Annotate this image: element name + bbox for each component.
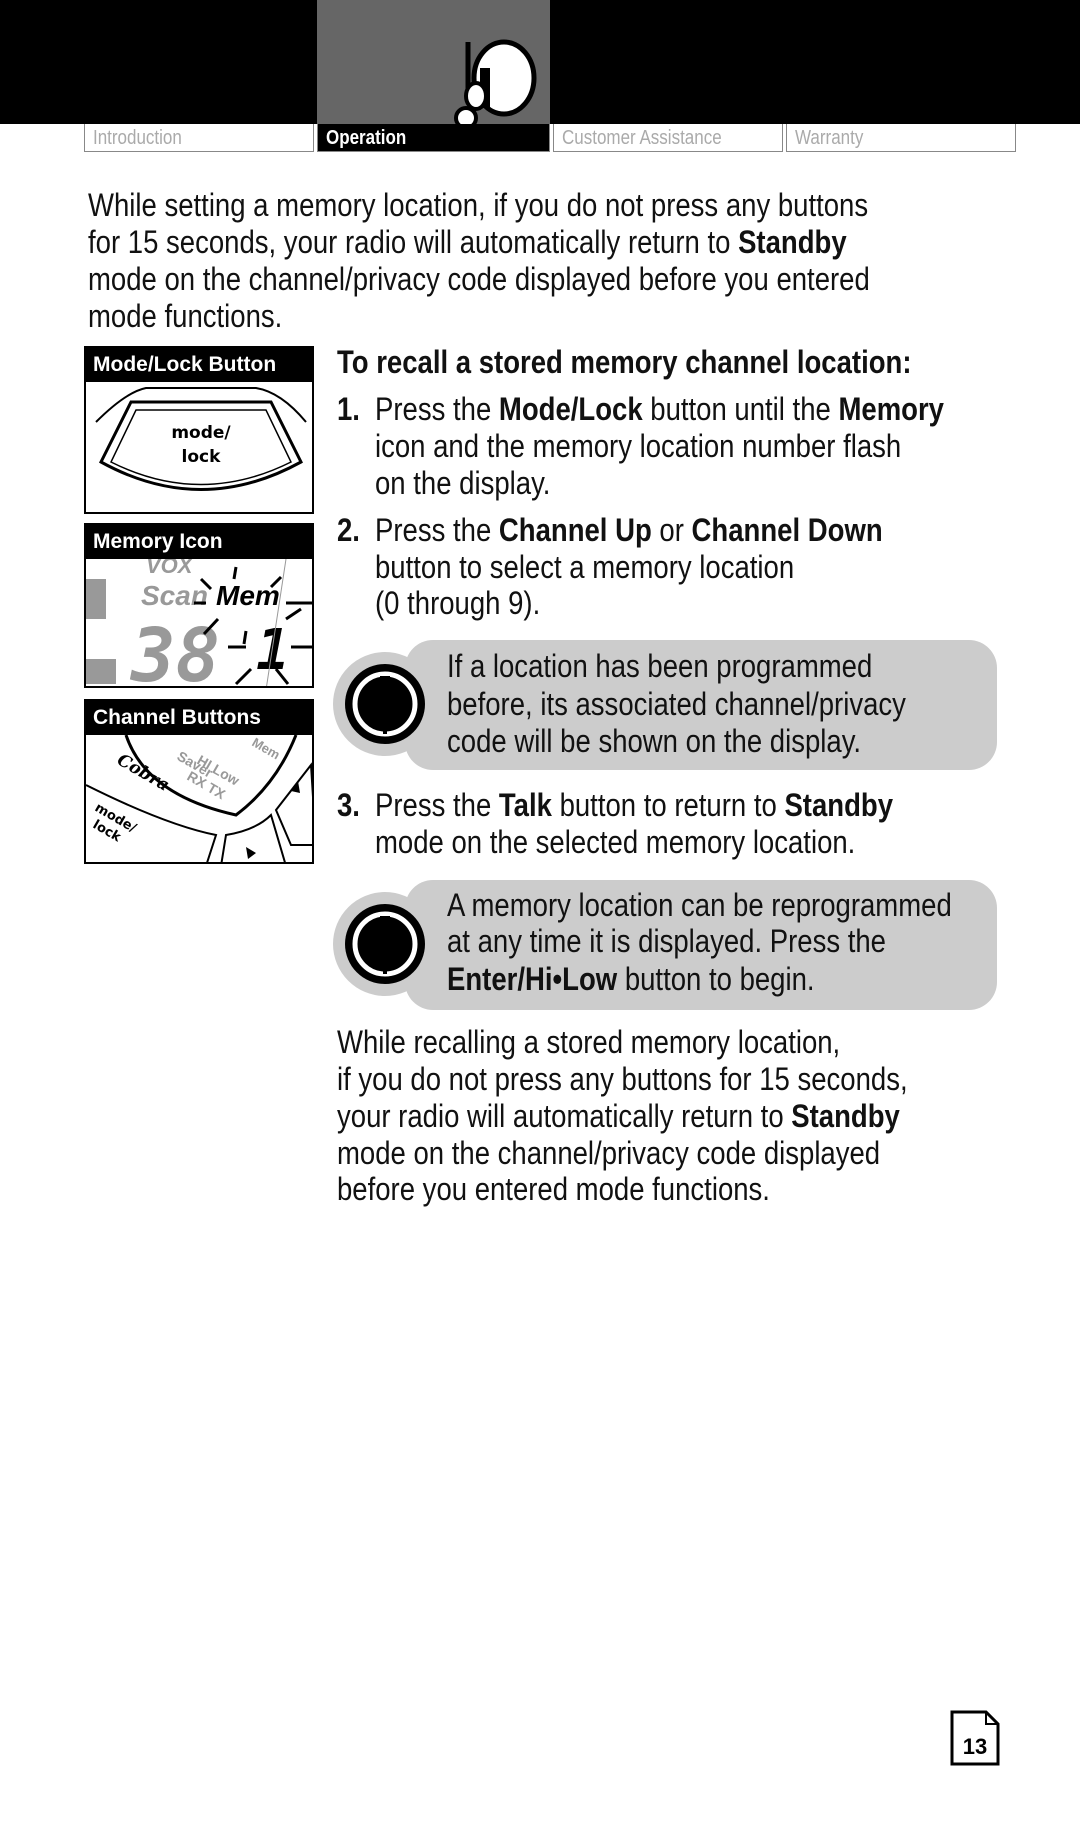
step-line: Press the Talk button to return to Stand…: [375, 787, 893, 824]
brand-logo: Cobra: [114, 750, 173, 796]
text-segment: While setting a memory location, if you …: [88, 187, 869, 223]
bold-term: Channel Up: [498, 512, 652, 548]
step-line: Press the Channel Up or Channel Down: [375, 512, 883, 549]
note-line: Enter/Hi•Low button to begin.: [447, 961, 815, 998]
page-icon: 13: [950, 1710, 1000, 1766]
step-line: on the display.: [375, 465, 550, 502]
step-line: button to select a memory location: [375, 549, 794, 586]
figure-mode-lock-button: Mode/Lock Button mode/ lock: [84, 346, 314, 514]
text-segment: If a location has been programmed: [447, 648, 873, 684]
note-line: A memory location can be reprogrammed: [447, 887, 952, 924]
lcd-label: Mem: [250, 735, 283, 762]
lcd-mem: Mem: [216, 580, 280, 611]
radio-front-illustration: Saver HI Low RX TX Mem Cobra mode/ lock: [86, 734, 312, 862]
text-segment: at any time it is displayed. Press the: [447, 923, 886, 959]
closing-line: if you do not press any buttons for 15 s…: [337, 1061, 908, 1098]
lcd-display-illustration: VOX Scan Mem 38 1: [86, 553, 312, 688]
text-segment: before, its associated channel/privacy: [447, 686, 906, 722]
bold-term: Mode/Lock: [498, 391, 643, 427]
step-number: 1.: [337, 391, 360, 427]
figure-memory-icon: Memory Icon VOX Scan Mem 38 1: [84, 523, 314, 688]
lcd-vox: VOX: [146, 559, 194, 578]
tab-customer-assistance[interactable]: Customer Assistance: [553, 124, 783, 152]
text-segment: button to select a memory location: [375, 549, 795, 585]
tab-introduction[interactable]: Introduction: [84, 124, 314, 152]
text-segment: button until the: [642, 391, 839, 427]
bold-term: Channel Down: [691, 512, 883, 548]
text-segment: mode on the channel/privacy code display…: [337, 1135, 881, 1171]
text-segment: or: [651, 512, 692, 548]
mode-lock-button-illustration: mode/ lock: [95, 387, 307, 491]
text-segment: mode on the channel/privacy code display…: [88, 261, 870, 297]
bold-term: Talk: [498, 787, 552, 823]
lcd-scan: Scan: [141, 580, 208, 611]
intro-line: While setting a memory location, if you …: [88, 187, 868, 224]
note-line: before, its associated channel/privacy: [447, 686, 906, 723]
text-segment: your radio will automatically return to: [337, 1098, 792, 1134]
closing-line: While recalling a stored memory location…: [337, 1024, 840, 1061]
radio-person-icon: [454, 39, 537, 128]
text-segment: Press the: [375, 391, 499, 427]
text-segment: (0 through 9).: [375, 585, 541, 621]
text-segment: Press the: [375, 512, 499, 548]
intro-line: mode functions.: [88, 298, 282, 335]
tab-warranty[interactable]: Warranty: [786, 124, 1016, 152]
closing-line: your radio will automatically return to …: [337, 1098, 900, 1135]
lcd-memory-number: 1: [256, 618, 290, 683]
text-segment: if you do not press any buttons for 15 s…: [337, 1061, 908, 1097]
step-line: icon and the memory location number flas…: [375, 428, 901, 465]
note-icon: [345, 664, 425, 744]
text-segment: for 15 seconds, your radio will automati…: [88, 224, 739, 260]
lcd-channel: 38: [129, 613, 220, 688]
tab-operation[interactable]: Operation: [317, 124, 550, 152]
note-icon: [345, 904, 425, 984]
note-line: at any time it is displayed. Press the: [447, 923, 886, 960]
bold-term: Memory: [838, 391, 944, 427]
svg-text:13: 13: [963, 1734, 987, 1759]
text-segment: While recalling a stored memory location…: [337, 1024, 841, 1060]
text-segment: mode functions.: [88, 298, 283, 334]
figure-caption: Mode/Lock Button: [86, 348, 312, 382]
text-segment: Press the: [375, 787, 499, 823]
text-segment: code will be shown on the display.: [447, 723, 862, 759]
step-line: mode on the selected memory location.: [375, 824, 855, 861]
step-line: (0 through 9).: [375, 585, 540, 622]
text-segment: before you entered mode functions.: [337, 1171, 770, 1207]
button-label: lock: [182, 447, 222, 467]
page-number: 13: [950, 1710, 1000, 1771]
text-segment: button to return to: [551, 787, 785, 823]
bold-term: Standby: [791, 1098, 900, 1134]
text-segment: on the display.: [375, 465, 551, 501]
closing-line: mode on the channel/privacy code display…: [337, 1135, 880, 1172]
step-number: 3.: [337, 787, 360, 823]
bold-term: Enter/Hi•Low: [447, 961, 618, 997]
figure-caption: Memory Icon: [86, 525, 312, 559]
text-segment: mode on the selected memory location.: [375, 824, 856, 860]
note-line: code will be shown on the display.: [447, 723, 861, 760]
section-heading: To recall a stored memory channel locati…: [337, 344, 912, 380]
intro-line: mode on the channel/privacy code display…: [88, 261, 870, 298]
text-segment: icon and the memory location number flas…: [375, 428, 902, 464]
text-segment: A memory location can be reprogrammed: [447, 887, 952, 923]
step-line: Press the Mode/Lock button until the Mem…: [375, 391, 944, 428]
intro-line: for 15 seconds, your radio will automati…: [88, 224, 847, 261]
figure-caption: Channel Buttons: [86, 701, 312, 735]
step-number: 2.: [337, 512, 360, 548]
closing-line: before you entered mode functions.: [337, 1171, 770, 1208]
bold-term: Standby: [738, 224, 847, 260]
note-line: If a location has been programmed: [447, 648, 872, 685]
bold-term: Standby: [784, 787, 894, 823]
figure-channel-buttons: Channel Buttons Saver HI Low RX TX Mem C…: [84, 699, 314, 864]
button-label: mode/: [171, 423, 231, 443]
text-segment: button to begin.: [617, 961, 815, 997]
